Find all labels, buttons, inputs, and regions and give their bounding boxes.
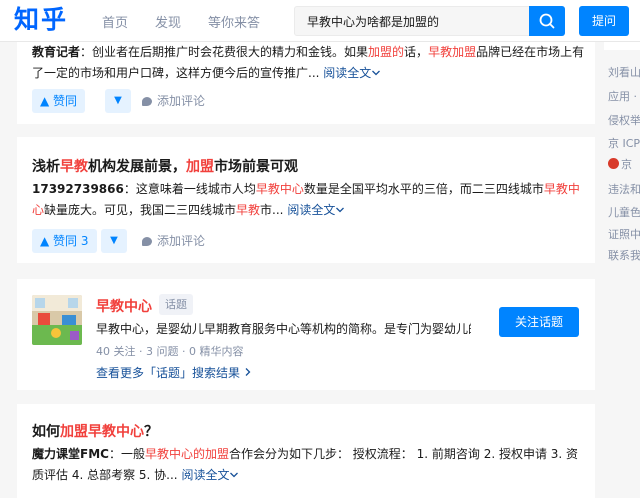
search-icon xyxy=(539,13,555,29)
comment-icon xyxy=(142,97,152,106)
add-comment-button[interactable]: 添加评论 xyxy=(142,89,205,113)
topic-description: 早教中心，是婴幼儿早期教育服务中心等机构的简称。是专门为婴幼儿的 xyxy=(96,322,471,336)
more-label: 查看更多「话题」搜索结果 xyxy=(96,366,241,380)
answer-card: 浅析早教机构发展前景，加盟市场前景可观 17392739866：这意味着一线城市… xyxy=(17,137,595,263)
read-more-link[interactable]: 阅读全文 xyxy=(323,66,381,80)
read-more-label: 阅读全文 xyxy=(287,203,336,217)
answer-card: 如何加盟早教中心？ 魔力课堂FMC：一般早教中心的加盟合作会分为如下几步： 授权… xyxy=(17,404,595,498)
chevron-right-icon xyxy=(245,368,251,376)
excerpt-text: 市... xyxy=(260,203,284,217)
excerpt-text: 缺量庞大。可见，我国二三四线城市 xyxy=(44,203,237,217)
classroom-image xyxy=(32,295,82,345)
sidebar-line[interactable]: 儿童色 xyxy=(608,204,640,220)
excerpt-highlight: 早教中心 xyxy=(255,182,304,196)
comment-label: 添加评论 xyxy=(157,234,206,248)
title-text: 如何 xyxy=(32,424,60,440)
sidebar-line[interactable]: 侵权举 xyxy=(608,112,640,128)
sidebar-top-card xyxy=(604,42,640,50)
excerpt-highlight: 早教 xyxy=(236,203,261,217)
downvote-button[interactable]: ▼ xyxy=(101,229,127,253)
follow-topic-button[interactable]: 关注话题 xyxy=(499,307,579,337)
answer-excerpt[interactable]: 魔力课堂FMC：一般早教中心的加盟合作会分为如下几步： 授权流程： 1. 前期咨… xyxy=(32,444,587,486)
sidebar-line-police[interactable]: 京 xyxy=(608,156,632,172)
topic-name-link[interactable]: 早教中心 xyxy=(96,296,152,316)
excerpt-text: ：创业者在后期推广时会花费很大的精力和金钱。如果 xyxy=(80,45,369,59)
read-more-link[interactable]: 阅读全文 xyxy=(181,468,239,482)
answer-author[interactable]: 教育记者 xyxy=(32,45,80,59)
excerpt-highlight: 早教加盟 xyxy=(428,45,477,59)
chevron-down-icon xyxy=(336,207,345,213)
sidebar-line[interactable]: 联系我 xyxy=(608,247,640,263)
sidebar-line[interactable]: 证照中 xyxy=(608,226,640,242)
excerpt-text: ：一般 xyxy=(108,447,145,461)
right-sidebar: 刘看山 应用 · 侵权举 京 ICP 京 违法和 儿童色 证照中 联系我 xyxy=(604,42,640,498)
excerpt-highlight: 早教中心的加盟 xyxy=(144,447,229,461)
excerpt-text: ：这意味着一线城市人均 xyxy=(123,182,256,196)
title-text: 市场前景可观 xyxy=(214,159,298,175)
answer-title[interactable]: 如何加盟早教中心？ xyxy=(32,421,158,441)
sidebar-line[interactable]: 应用 · xyxy=(608,88,637,104)
chevron-down-icon xyxy=(372,70,381,76)
nav-waiting-answers[interactable]: 等你来答 xyxy=(208,12,260,31)
topic-stats: 40 关注 · 3 问题 · 0 精华内容 xyxy=(96,345,244,358)
answer-excerpt[interactable]: 17392739866：这意味着一线城市人均早教中心数量是全国平均水平的三倍，而… xyxy=(32,179,587,221)
upvote-button[interactable]: ▲ 赞同 xyxy=(32,89,86,113)
topic-type-tag: 话题 xyxy=(159,294,193,315)
nav-discover[interactable]: 发现 xyxy=(155,12,181,31)
nav-home[interactable]: 首页 xyxy=(102,12,128,31)
downvote-button[interactable]: ▼ xyxy=(105,89,131,113)
title-text: 机构发展前景， xyxy=(88,159,186,175)
search-box xyxy=(294,6,565,36)
chevron-down-icon xyxy=(230,472,239,478)
sidebar-line[interactable]: 京 ICP xyxy=(608,135,640,151)
search-input[interactable] xyxy=(295,7,531,35)
title-highlight: 加盟早教中心 xyxy=(60,424,144,440)
sidebar-line[interactable]: 刘看山 xyxy=(608,64,640,80)
read-more-link[interactable]: 阅读全文 xyxy=(287,203,345,217)
add-comment-button[interactable]: 添加评论 xyxy=(142,229,205,253)
answer-author[interactable]: 17392739866 xyxy=(32,182,124,196)
upvote-button[interactable]: ▲ 赞同 3 xyxy=(32,229,97,253)
comment-icon xyxy=(142,237,152,246)
answer-title[interactable]: 浅析早教机构发展前景，加盟市场前景可观 xyxy=(32,156,298,176)
answer-author[interactable]: 魔力课堂FMC xyxy=(32,447,109,461)
comment-label: 添加评论 xyxy=(157,94,206,108)
search-button[interactable] xyxy=(529,6,565,36)
topic-image[interactable] xyxy=(32,295,82,345)
answer-excerpt[interactable]: 教育记者：创业者在后期推广时会花费很大的精力和金钱。如果加盟的话，早教加盟品牌已… xyxy=(32,42,587,84)
topic-card: 早教中心 话题 早教中心，是婴幼儿早期教育服务中心等机构的简称。是专门为婴幼儿的… xyxy=(17,279,595,390)
zhihu-logo[interactable]: 知乎 xyxy=(14,5,68,35)
excerpt-highlight: 加盟的 xyxy=(368,45,405,59)
police-badge-icon xyxy=(608,158,619,169)
read-more-label: 阅读全文 xyxy=(323,66,372,80)
title-text: 浅析 xyxy=(32,159,60,175)
sidebar-line[interactable]: 违法和 xyxy=(608,181,640,197)
sidebar-line-text: 京 xyxy=(621,158,632,171)
excerpt-text: 数量是全国平均水平的三倍，而二三四线城市 xyxy=(303,182,544,196)
ask-button[interactable]: 提问 xyxy=(579,6,629,36)
read-more-label: 阅读全文 xyxy=(181,468,230,482)
top-header: 知乎 首页 发现 等你来答 提问 xyxy=(0,0,640,42)
title-highlight: 早教 xyxy=(60,159,88,175)
more-topic-results-link[interactable]: 查看更多「话题」搜索结果 xyxy=(96,364,252,381)
title-highlight: 加盟 xyxy=(186,159,214,175)
title-text: ？ xyxy=(144,424,158,440)
answer-card: 教育记者：创业者在后期推广时会花费很大的精力和金钱。如果加盟的话，早教加盟品牌已… xyxy=(17,42,595,124)
excerpt-text: 话， xyxy=(404,45,429,59)
